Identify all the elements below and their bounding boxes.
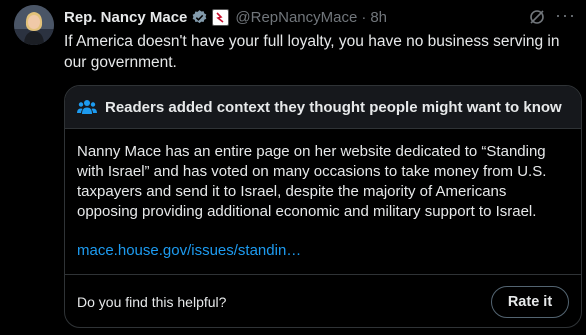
rate-it-button[interactable]: Rate it: [491, 285, 569, 318]
author-handle[interactable]: @RepNancyMace: [235, 9, 357, 26]
more-icon[interactable]: ···: [555, 6, 576, 24]
tweet-header: Rep. Nancy Mace @RepNancyMace · 8h ···: [64, 6, 578, 28]
tweet-text: If America doesn't have your full loyalt…: [64, 33, 560, 71]
helpful-prompt: Do you find this helpful?: [77, 293, 227, 310]
community-note: Readers added context they thought peopl…: [64, 85, 582, 328]
verified-badge-icon: [191, 9, 208, 26]
separator-dot: ·: [361, 8, 367, 26]
community-note-footer: Do you find this helpful? Rate it: [65, 275, 581, 327]
community-note-text: Nanny Mace has an entire page on her web…: [77, 143, 547, 220]
avatar[interactable]: [14, 5, 54, 45]
grok-icon[interactable]: [528, 8, 546, 26]
community-note-header[interactable]: Readers added context they thought peopl…: [65, 86, 581, 129]
community-note-body: Nanny Mace has an entire page on her web…: [65, 129, 581, 275]
author-name[interactable]: Rep. Nancy Mace: [64, 9, 187, 26]
users-icon: [77, 99, 97, 115]
community-note-link[interactable]: mace.house.gov/issues/standin…: [77, 241, 569, 261]
affiliation-badge-icon[interactable]: [212, 8, 230, 26]
community-note-heading: Readers added context they thought peopl…: [105, 98, 562, 116]
timestamp[interactable]: 8h: [370, 9, 387, 26]
